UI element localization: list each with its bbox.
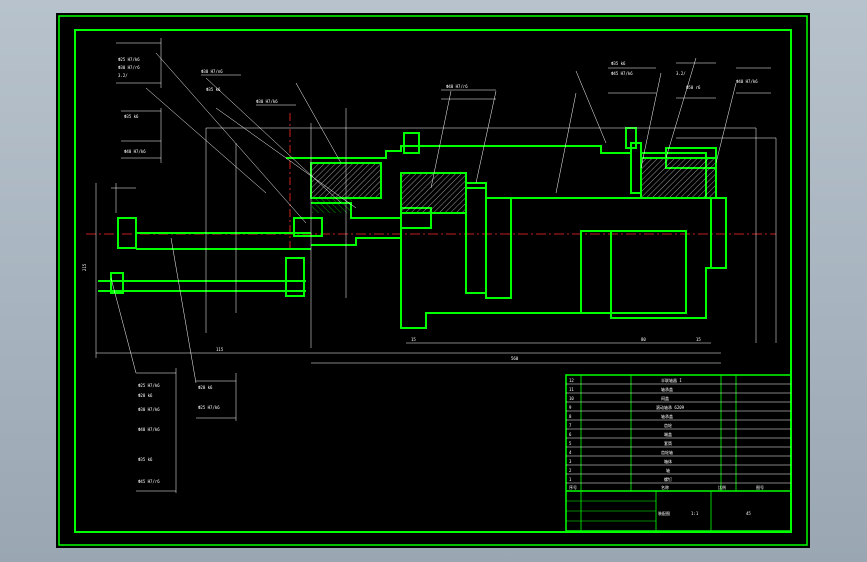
- part-name: 套筒: [664, 440, 672, 446]
- callout-text: Ф20 k6: [198, 385, 213, 390]
- height-dim: 215: [82, 263, 87, 271]
- header-no: 序号: [569, 484, 577, 490]
- part-name: 滚动轴承 6209: [656, 404, 685, 410]
- callout-text: Ф30 H7/n6: [201, 69, 223, 74]
- callout-text: Ф35 k6: [138, 457, 153, 462]
- callout-text: Ф40 H7/r6: [446, 84, 468, 89]
- gear-hatch-2: [402, 174, 465, 212]
- part-name: 闷盖: [661, 395, 669, 401]
- drawing-name: 装配图: [658, 510, 670, 516]
- part-no: 1: [569, 477, 572, 482]
- callout-text: Ф45 H7/r6: [138, 479, 160, 484]
- assembly-drawing: Ф25 H7/k6 Ф30 H7/r6 3.2/ Ф35 k6 Ф40 H7/k…: [58, 15, 808, 546]
- main-shaft: [286, 127, 727, 329]
- callout-bottom-left: Ф25 H7/k6 Ф20 k6 Ф30 H7/k6 Ф40 H7/k6 Ф35…: [136, 368, 177, 493]
- callout-text: Ф45 H7/k6: [611, 71, 633, 76]
- segment-dim: 80: [641, 337, 646, 342]
- overall-length-dim: 560: [511, 356, 519, 361]
- callout-text: Ф20 k6: [138, 393, 153, 398]
- part-name: 端盖: [664, 431, 672, 437]
- callout-text: Ф30 H7/r6: [118, 65, 140, 70]
- segment-dim: 15: [696, 337, 701, 342]
- part-no: 2: [569, 468, 572, 473]
- part-no: 3: [569, 459, 572, 464]
- part-no: 10: [569, 396, 574, 401]
- callout-text: Ф50 r6: [686, 85, 701, 90]
- parts-list-text: 12 半联轴器 I 11 轴承盖 10 闷盖 9 滚动轴承 6209 8 轴承盖…: [569, 377, 764, 516]
- input-shaft: [98, 217, 323, 297]
- part-name: 齿轮轴: [661, 449, 673, 455]
- callout-text: Ф35 k6: [124, 114, 139, 119]
- callout-text: Ф35 k6: [611, 61, 626, 66]
- part-no: 4: [569, 450, 572, 455]
- title-block: [565, 374, 792, 532]
- part-no: 5: [569, 441, 572, 446]
- drawing-no-label: 图号: [756, 484, 764, 490]
- part-no: 9: [569, 405, 572, 410]
- part-name: 轴承盖: [661, 386, 673, 392]
- part-no: 8: [569, 414, 572, 419]
- header-name: 名称: [661, 484, 669, 490]
- part-name: 螺钉: [664, 476, 672, 482]
- part-no: 12: [569, 378, 574, 383]
- callout-text: Ф40 H7/k6: [138, 427, 160, 432]
- callout-top-mid: Ф30 H7/n6 Ф35 k6 Ф30 H7/k6 Ф40 H7/r6: [201, 69, 496, 106]
- segment-dim: 115: [216, 347, 224, 352]
- cad-viewport[interactable]: Ф25 H7/k6 Ф30 H7/r6 3.2/ Ф35 k6 Ф40 H7/k…: [0, 0, 867, 562]
- callout-text: Ф25 H7/k6: [198, 405, 220, 410]
- callout-text: Ф35 k6: [206, 87, 221, 92]
- part-name: 轴承盖: [661, 413, 673, 419]
- drawing-sheet: Ф25 H7/k6 Ф30 H7/r6 3.2/ Ф35 k6 Ф40 H7/k…: [56, 13, 810, 548]
- part-no: 11: [569, 387, 574, 392]
- callout-bottom-mid: Ф20 k6 Ф25 H7/k6: [196, 373, 237, 421]
- scale-label: 比例: [718, 484, 726, 490]
- callout-text: Ф30 H7/k6: [256, 99, 278, 104]
- material: 45: [746, 511, 751, 516]
- parts-list-rows: [566, 383, 791, 484]
- part-name: 箱体: [664, 458, 672, 464]
- callout-text: 3.2/: [676, 71, 686, 76]
- part-no: 6: [569, 432, 572, 437]
- part-name: 半联轴器 I: [661, 377, 682, 383]
- part-name: 齿轮: [664, 422, 672, 428]
- callout-text: Ф40 H7/k6: [124, 149, 146, 154]
- callout-text: 3.2/: [118, 73, 128, 78]
- part-name: 轴: [666, 467, 670, 473]
- scale-value: 1:1: [691, 511, 699, 516]
- callout-text: Ф25 H7/k6: [118, 57, 140, 62]
- gear-hatch-3: [642, 159, 715, 197]
- dimension-lines: [95, 52, 777, 384]
- callout-top-left: Ф25 H7/k6 Ф30 H7/r6 3.2/ Ф35 k6 Ф40 H7/k…: [116, 38, 162, 163]
- callout-text: Ф25 H7/k6: [138, 383, 160, 388]
- callout-text: Ф30 H7/k6: [138, 407, 160, 412]
- part-no: 7: [569, 423, 572, 428]
- callout-text: Ф40 H7/k6: [736, 79, 758, 84]
- segment-dim: 15: [411, 337, 416, 342]
